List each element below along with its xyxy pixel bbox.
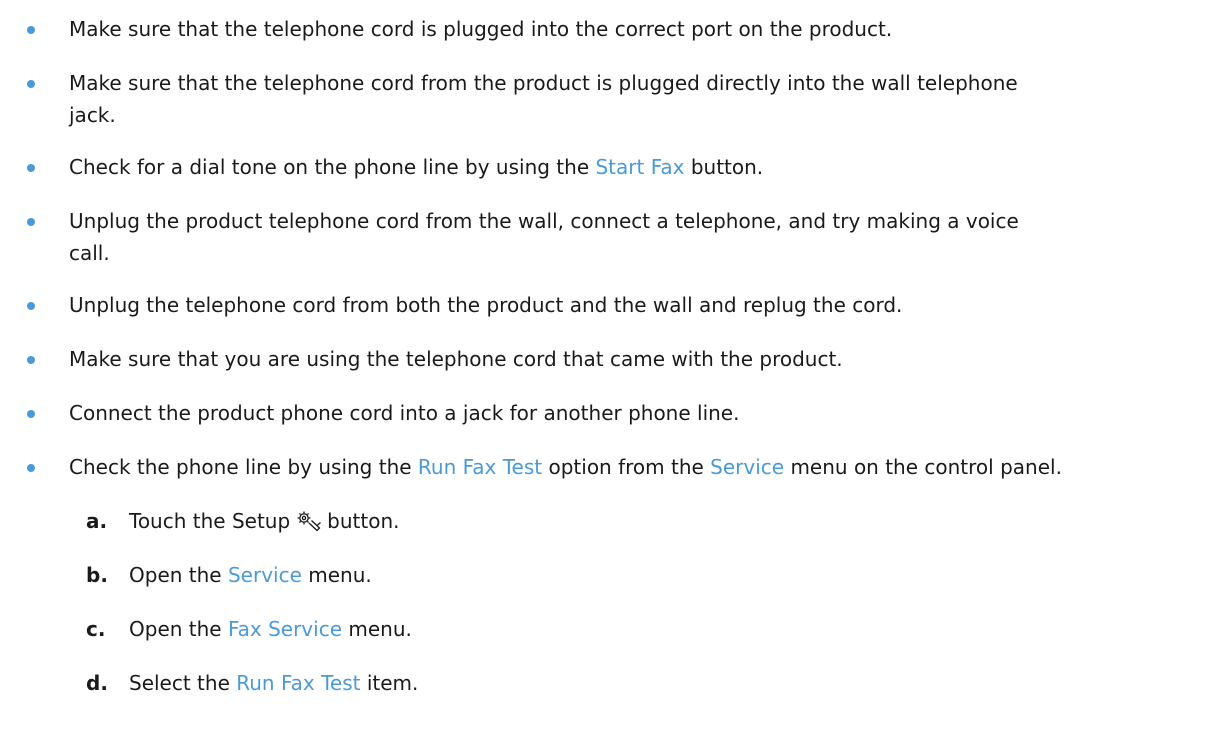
step-text: Touch the Setup button. <box>129 505 399 537</box>
text-segment: menu. <box>342 617 412 641</box>
list-item-line: call. <box>69 241 110 265</box>
text-segment: menu on the control panel. <box>784 455 1062 479</box>
list-item-text: Check the phone line by using the Run Fa… <box>69 451 1179 483</box>
text-segment: button. <box>684 155 764 179</box>
bullet-icon <box>27 164 35 172</box>
list-item-text: Connect the product phone cord into a ja… <box>69 401 740 425</box>
service-menu-link[interactable]: Service <box>228 563 302 587</box>
step-letter: c. <box>86 617 106 641</box>
fax-service-link[interactable]: Fax Service <box>228 617 342 641</box>
run-fax-test-link[interactable]: Run Fax Test <box>236 671 360 695</box>
list-item-line: jack. <box>69 103 116 127</box>
step-text: Select the Run Fax Test item. <box>129 667 418 699</box>
step-letter: d. <box>86 671 108 695</box>
document-page: Make sure that the telephone cord is plu… <box>0 0 1215 752</box>
text-segment: Check for a dial tone on the phone line … <box>69 155 596 179</box>
step-text: Open the Fax Service menu. <box>129 613 412 645</box>
bullet-icon <box>27 26 35 34</box>
list-item-line: Unplug the product telephone cord from t… <box>69 209 1019 233</box>
bullet-icon <box>27 80 35 88</box>
text-segment: item. <box>360 671 419 695</box>
list-item-text: Make sure that the telephone cord from t… <box>69 67 1179 131</box>
list-item-line: Make sure that the telephone cord from t… <box>69 71 1018 95</box>
text-segment: Open the <box>129 563 228 587</box>
text-segment: Open the <box>129 617 228 641</box>
text-segment: Select the <box>129 671 237 695</box>
text-segment: menu. <box>301 563 372 587</box>
bullet-icon <box>27 302 35 310</box>
text-segment: button. <box>327 509 400 533</box>
step-letter: b. <box>86 563 108 587</box>
step-text: Open the Service menu. <box>129 559 372 591</box>
list-item-text: Unplug the product telephone cord from t… <box>69 205 1179 269</box>
bullet-icon <box>27 410 35 418</box>
bullet-icon <box>27 218 35 226</box>
step-letter: a. <box>86 509 108 533</box>
service-menu-link[interactable]: Service <box>710 455 784 479</box>
text-segment: Touch the Setup <box>129 509 291 533</box>
start-fax-link[interactable]: Start Fax <box>595 155 684 179</box>
run-fax-test-link[interactable]: Run Fax Test <box>418 455 542 479</box>
text-segment: Check the phone line by using the <box>69 455 418 479</box>
list-item-text: Unplug the telephone cord from both the … <box>69 293 903 317</box>
setup-icon <box>296 509 322 532</box>
bullet-icon <box>27 356 35 364</box>
bullet-icon <box>27 464 35 472</box>
list-item-text: Check for a dial tone on the phone line … <box>69 151 1179 183</box>
list-item-text: Make sure that you are using the telepho… <box>69 347 843 371</box>
text-segment: option from the <box>542 455 711 479</box>
list-item-text: Make sure that the telephone cord is plu… <box>69 17 893 41</box>
